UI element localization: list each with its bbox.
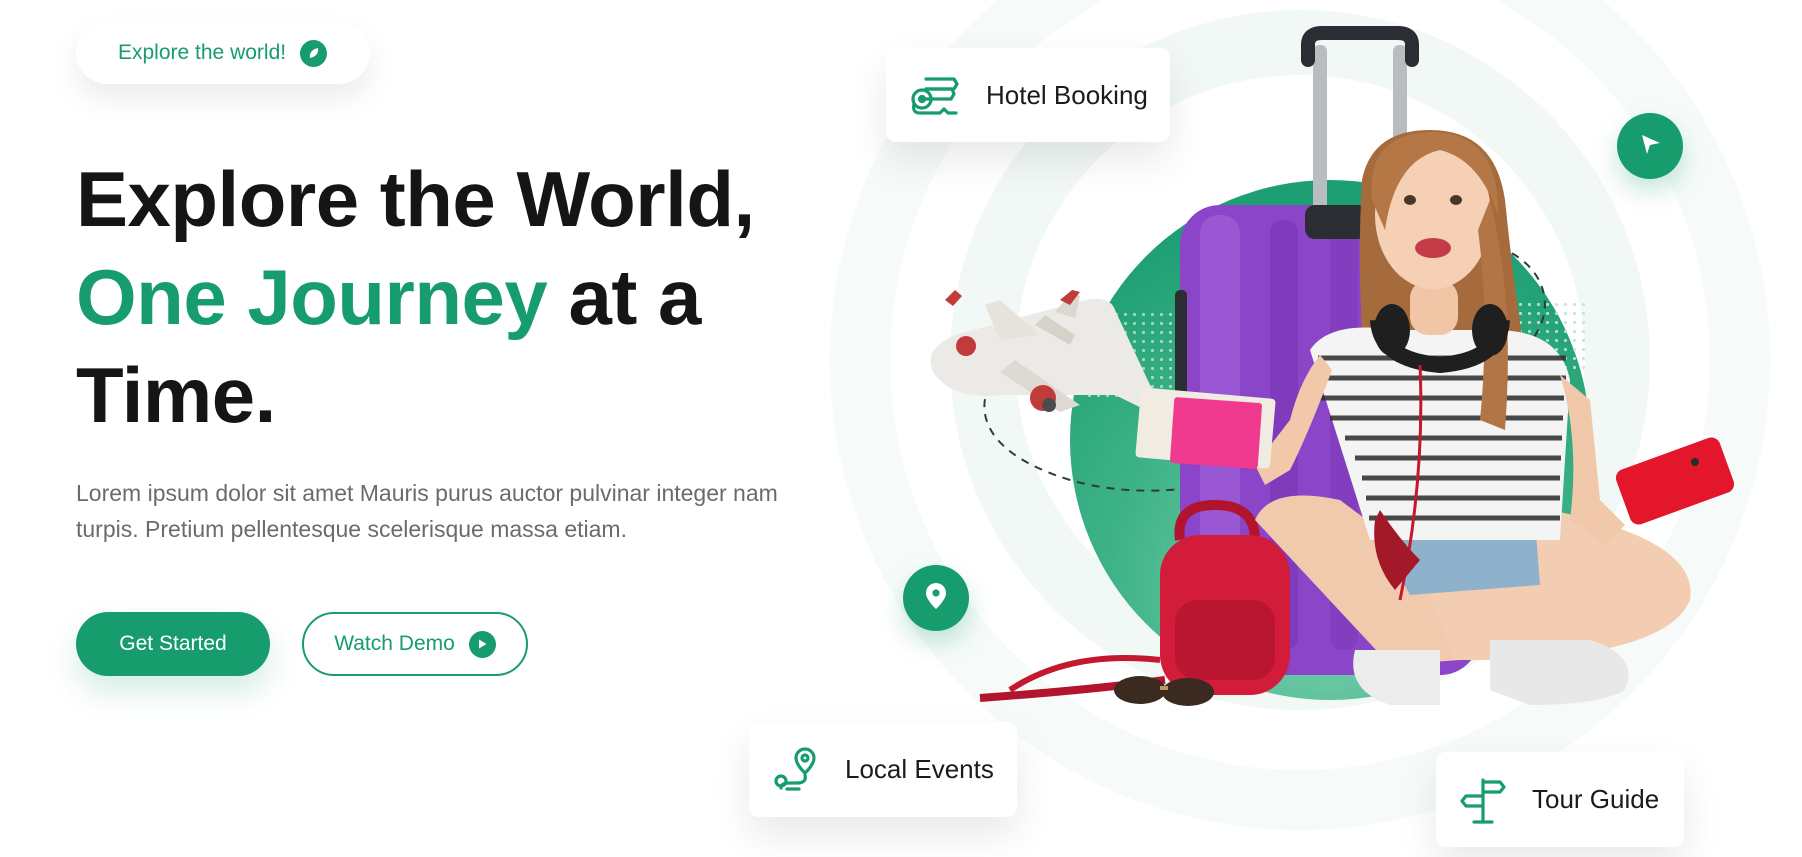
map-pin-icon — [925, 582, 947, 615]
leaf-icon — [300, 39, 328, 67]
watch-demo-label: Watch Demo — [334, 632, 455, 655]
hero-description: Lorem ipsum dolor sit amet Mauris purus … — [76, 480, 778, 542]
dashed-flight-path — [983, 240, 1546, 492]
get-started-button[interactable]: Get Started — [76, 612, 270, 676]
route-pin-icon — [773, 745, 819, 795]
explore-badge[interactable]: Explore the world! — [76, 22, 370, 84]
signpost-icon — [1460, 774, 1506, 826]
hero-headline: Explore the World, One Journey at a Time… — [76, 150, 776, 444]
headline-line-1: Explore the World, — [76, 155, 755, 243]
explore-badge-label: Explore the world! — [118, 41, 287, 64]
hotel-booking-label: Hotel Booking — [986, 79, 1148, 110]
tour-guide-card[interactable]: Tour Guide — [1436, 752, 1684, 847]
location-button[interactable] — [903, 565, 969, 631]
play-icon — [468, 630, 496, 658]
headline-line-2: One Journey at a — [76, 248, 776, 346]
hero-section: Explore the world! Explore the World, On… — [0, 0, 1802, 857]
navigation-arrow-icon — [1637, 131, 1663, 162]
local-events-card[interactable]: Local Events — [749, 722, 1017, 817]
tour-guide-label: Tour Guide — [1532, 784, 1660, 814]
headline-accent: One Journey — [76, 253, 548, 341]
hotel-key-icon — [910, 73, 960, 117]
headline-line-3: Time. — [76, 351, 276, 439]
hotel-booking-card[interactable]: Hotel Booking — [886, 48, 1170, 142]
headline-line-2-rest: at a — [547, 253, 701, 341]
local-events-label: Local Events — [845, 754, 994, 784]
navigation-button[interactable] — [1617, 113, 1683, 179]
watch-demo-button[interactable]: Watch Demo — [302, 612, 528, 676]
